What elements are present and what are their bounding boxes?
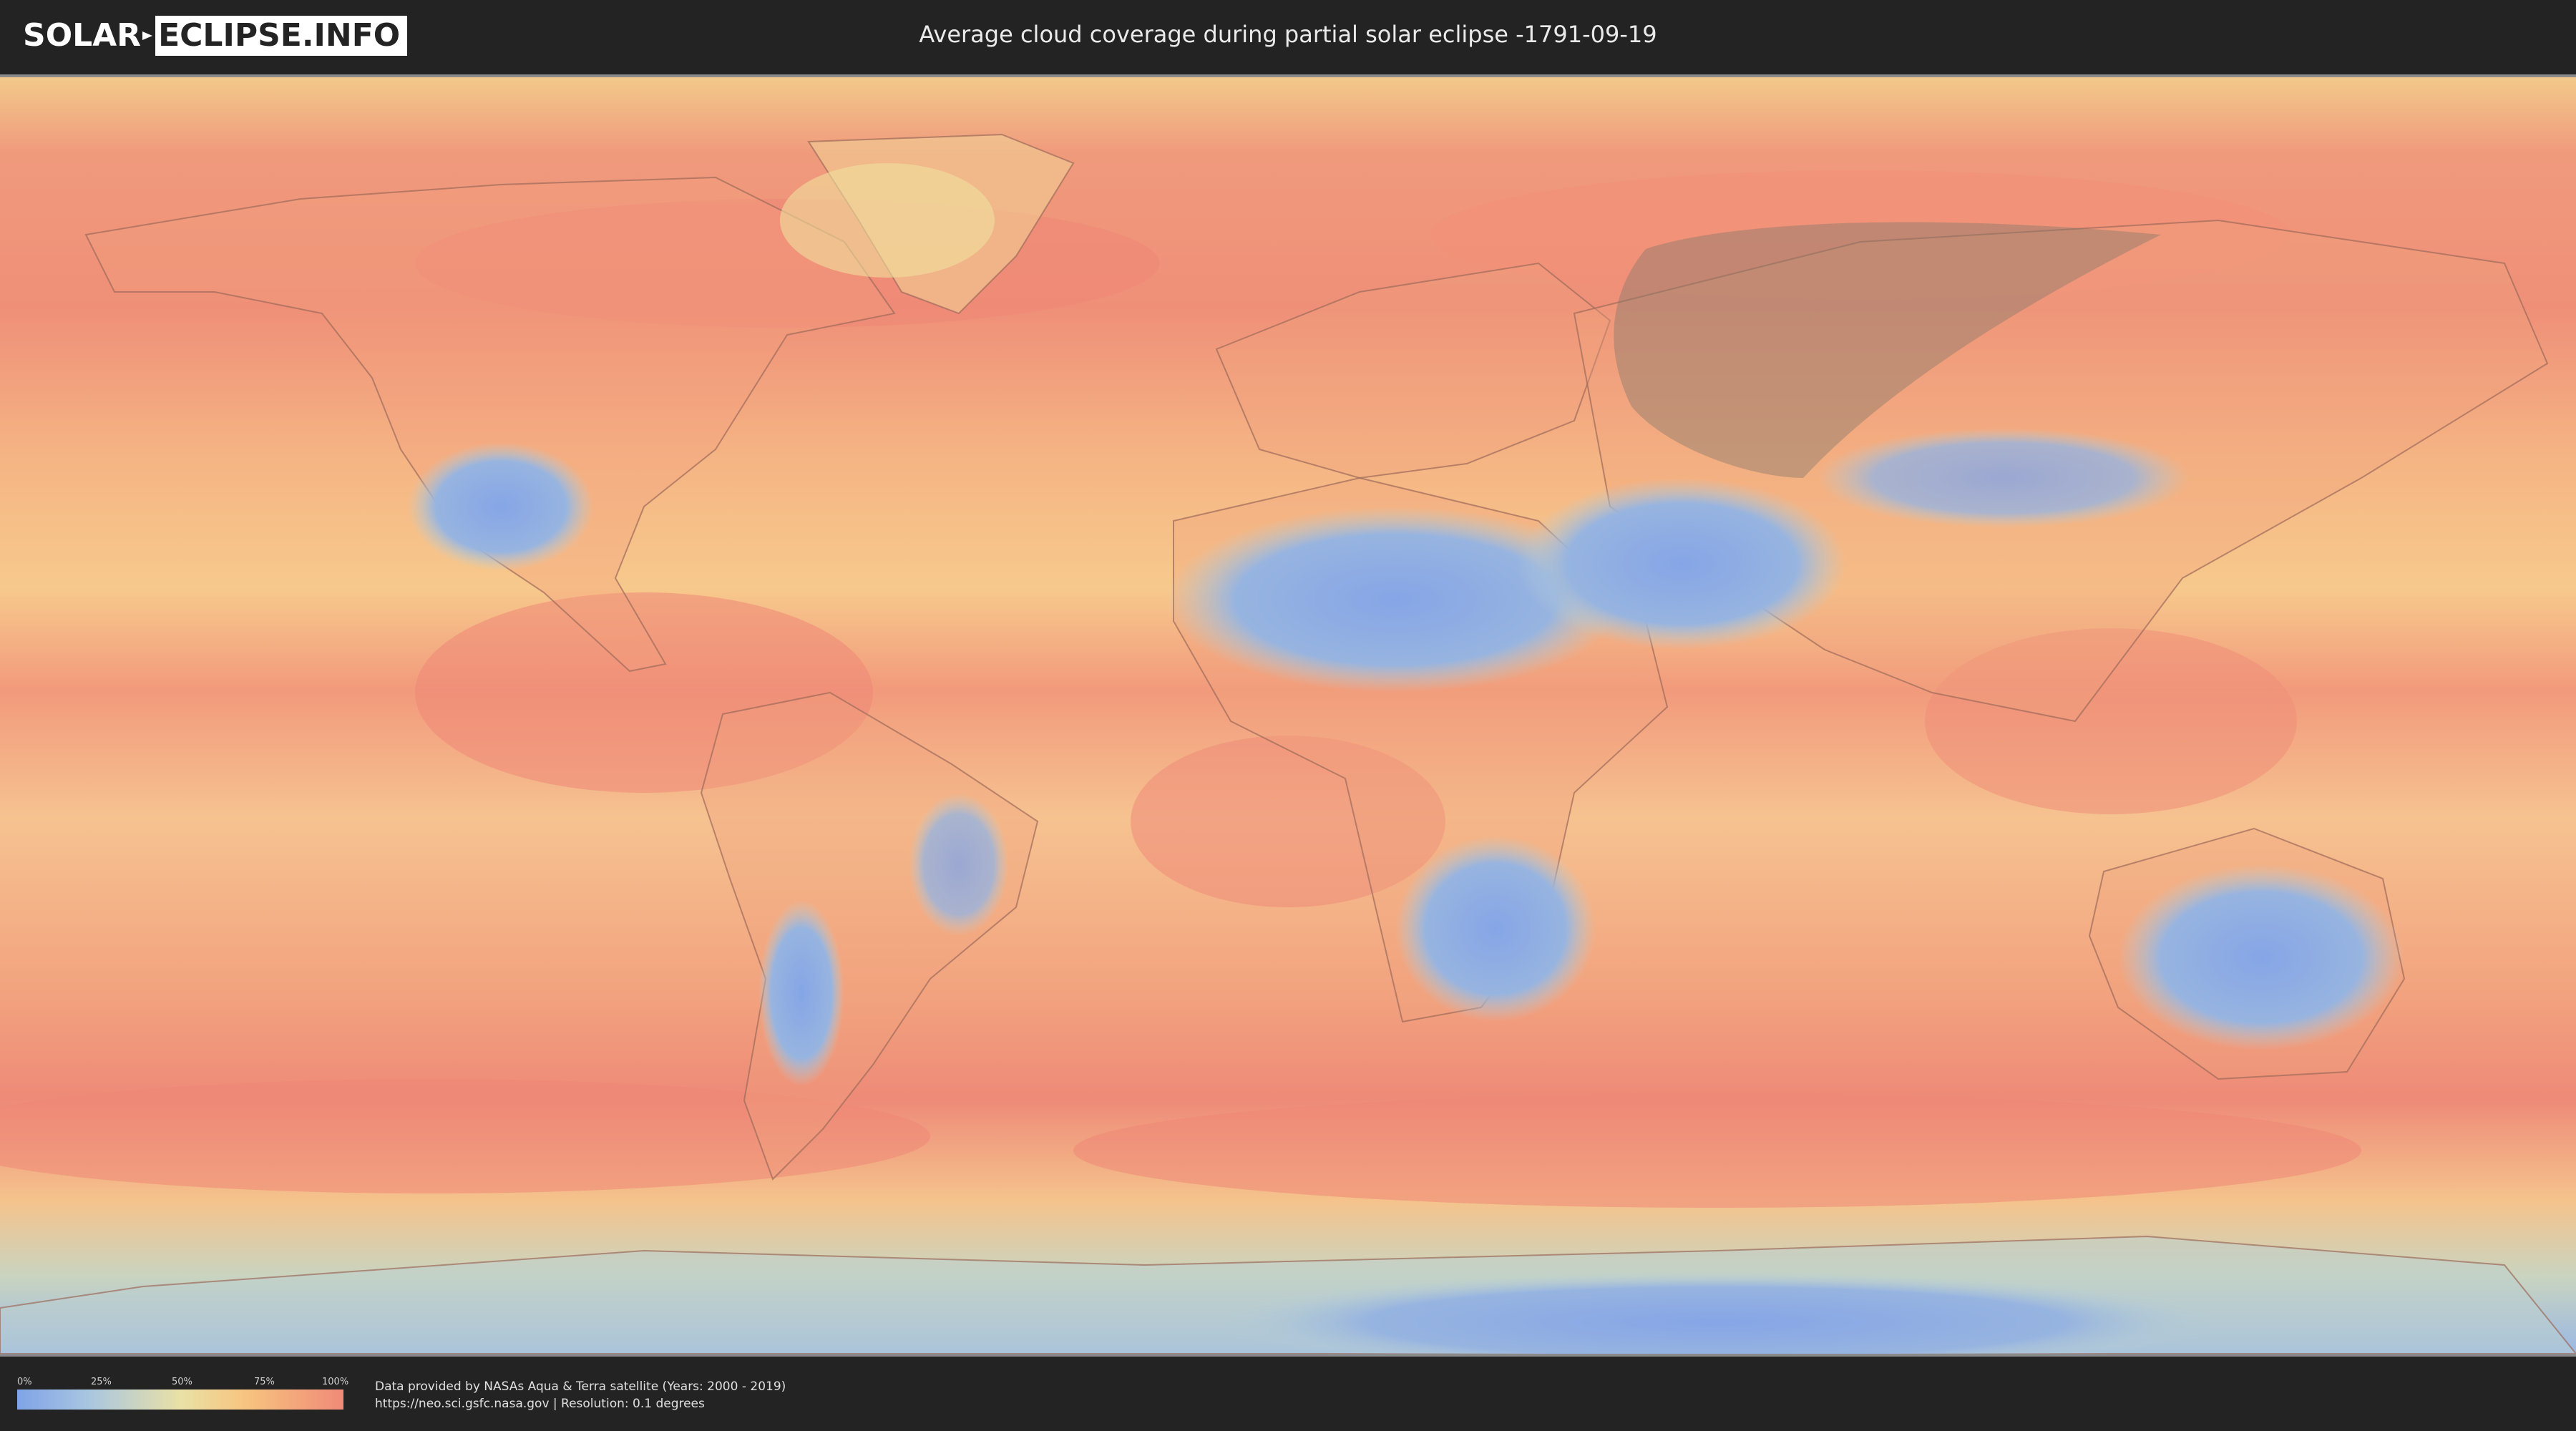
- legend-tick: 75%: [254, 1377, 275, 1387]
- legend-tick: 50%: [172, 1377, 192, 1387]
- legend-ticks: 0% 25% 50% 75% 100%: [17, 1377, 348, 1390]
- data-credits: Data provided by NASAs Aqua & Terra sate…: [375, 1378, 786, 1412]
- header-bar: SOLAR ECLIPSE.INFO Average cloud coverag…: [0, 0, 2576, 73]
- credits-line-url[interactable]: https://neo.sci.gsfc.nasa.gov | Resoluti…: [375, 1395, 786, 1412]
- legend-tick: 100%: [322, 1377, 349, 1387]
- legend-color-bar: [17, 1390, 343, 1410]
- credits-line-source: Data provided by NASAs Aqua & Terra sate…: [375, 1379, 786, 1394]
- legend-tick: 0%: [17, 1377, 32, 1387]
- cloud-coverage-legend: 0% 25% 50% 75% 100%: [17, 1377, 348, 1410]
- cloud-coverage-map[interactable]: [0, 74, 2576, 1357]
- page-title: Average cloud coverage during partial so…: [919, 21, 1657, 48]
- legend-tick: 25%: [91, 1377, 112, 1387]
